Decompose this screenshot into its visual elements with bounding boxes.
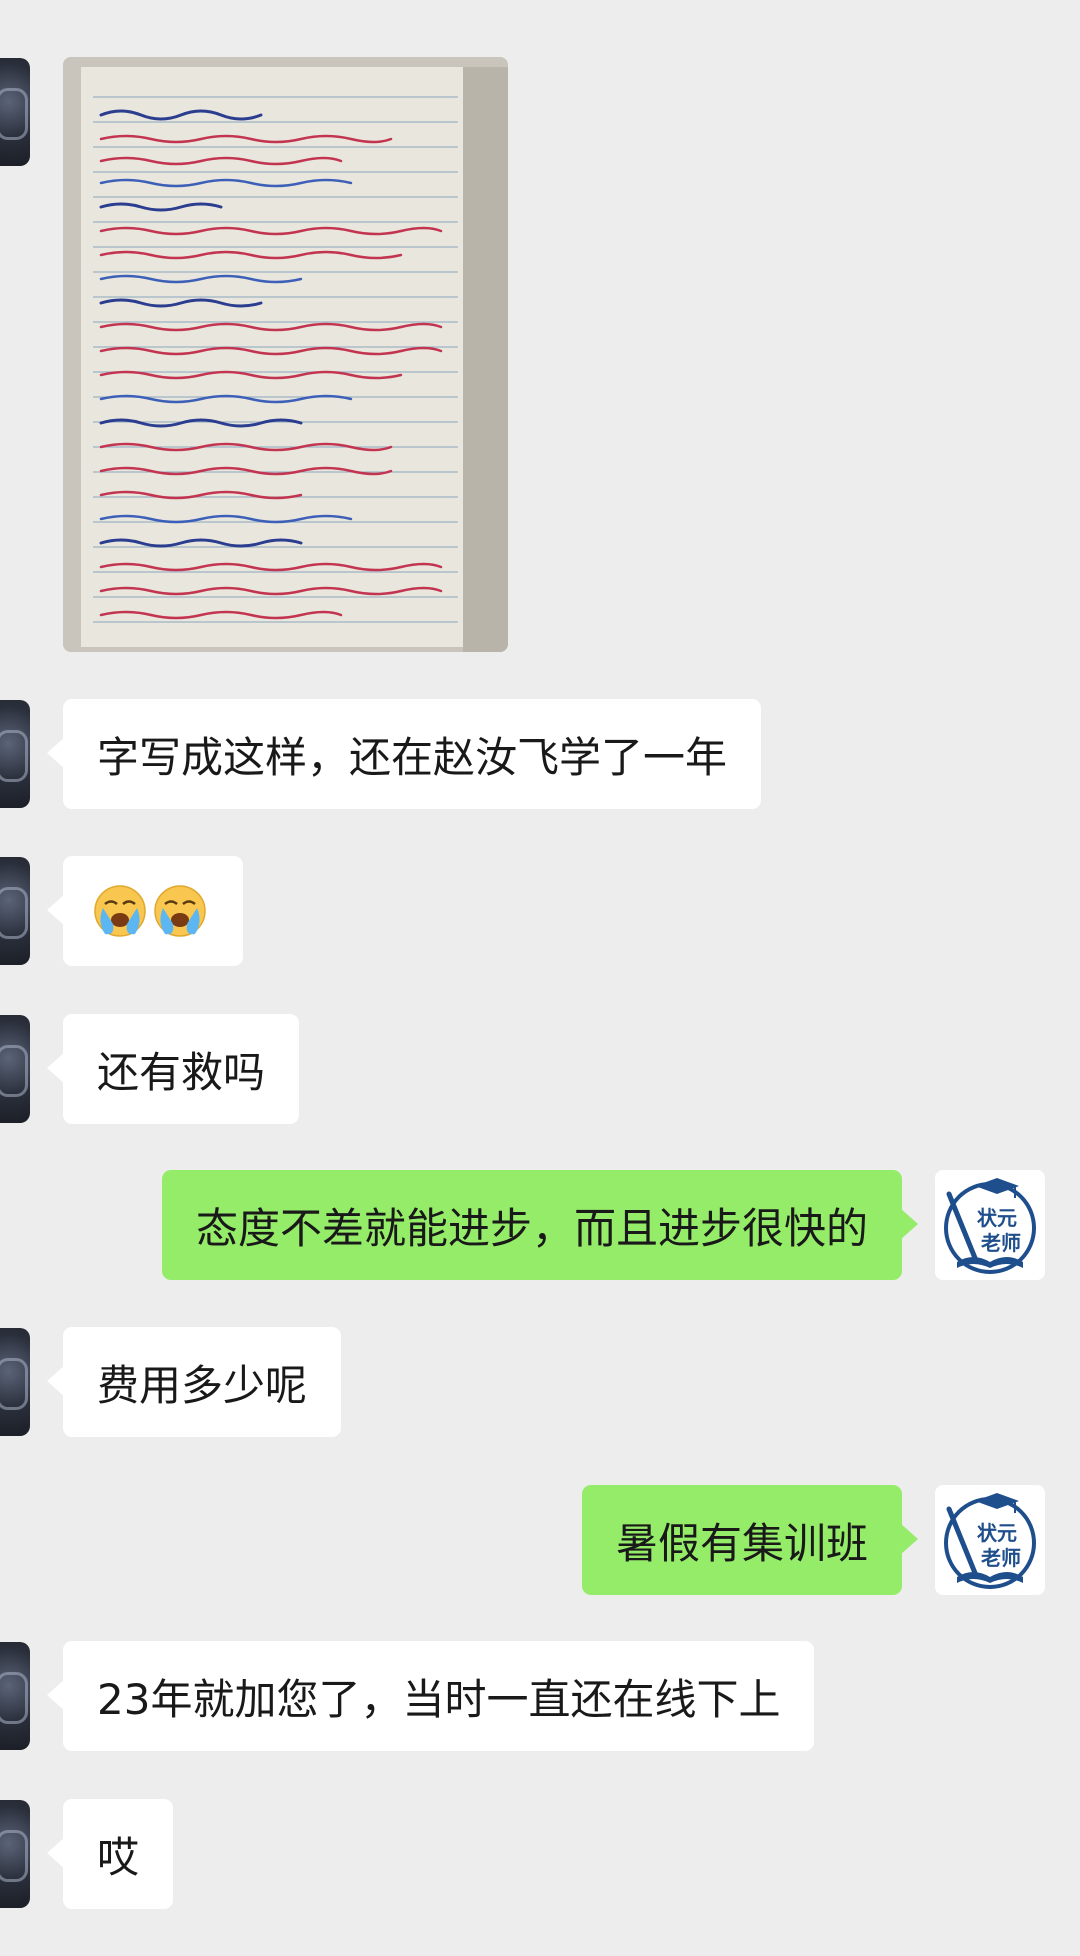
message-text: 字写成这样，还在赵汝飞学了一年 (97, 732, 728, 782)
incoming-message[interactable]: 还有救吗 (46, 1014, 300, 1124)
message-text: 23年就加您了，当时一直还在线下上 (97, 1674, 781, 1724)
incoming-message[interactable]: 费用多少呢 (46, 1327, 342, 1437)
contact-avatar[interactable] (0, 1328, 30, 1436)
message-text: 哎 (97, 1832, 140, 1882)
outgoing-message[interactable]: 态度不差就能进步，而且进步很快的 (161, 1170, 919, 1280)
loudly-crying-face-icon (94, 885, 146, 937)
contact-avatar[interactable] (0, 857, 30, 965)
loudly-crying-face-icon (154, 885, 206, 937)
contact-avatar[interactable] (0, 58, 30, 166)
contact-avatar[interactable] (0, 1800, 30, 1908)
notebook-photo-image (63, 57, 508, 652)
message-text: 暑假有集训班 (615, 1518, 868, 1568)
handwriting-photo-message[interactable] (63, 57, 508, 652)
avatar-text-line2: 老师 (981, 1546, 1021, 1570)
contact-avatar[interactable] (0, 700, 30, 808)
teacher-avatar[interactable]: 状元 老师 (935, 1485, 1045, 1595)
chat-window: 字写成这样，还在赵汝飞学了一年 还有救吗 态度不差就能进步，而且进步很快的 状元… (0, 0, 1080, 1956)
message-text: 态度不差就能进步，而且进步很快的 (195, 1203, 868, 1253)
contact-avatar[interactable] (0, 1015, 30, 1123)
teacher-avatar[interactable]: 状元 老师 (935, 1170, 1045, 1280)
avatar-text-line1: 状元 (977, 1521, 1017, 1545)
incoming-message[interactable]: 字写成这样，还在赵汝飞学了一年 (46, 699, 762, 809)
contact-avatar[interactable] (0, 1642, 30, 1750)
outgoing-message[interactable]: 暑假有集训班 (581, 1485, 919, 1595)
avatar-text-line2: 老师 (981, 1231, 1021, 1255)
message-text: 还有救吗 (97, 1047, 266, 1097)
incoming-message[interactable]: 哎 (46, 1799, 174, 1909)
teacher-logo-icon: 状元 老师 (944, 1178, 1036, 1274)
avatar-text-line1: 状元 (977, 1206, 1017, 1230)
teacher-logo-icon: 状元 老师 (944, 1493, 1036, 1589)
incoming-message[interactable]: 23年就加您了，当时一直还在线下上 (46, 1641, 815, 1751)
incoming-emoji-message[interactable] (47, 856, 243, 966)
message-text: 费用多少呢 (97, 1360, 308, 1410)
